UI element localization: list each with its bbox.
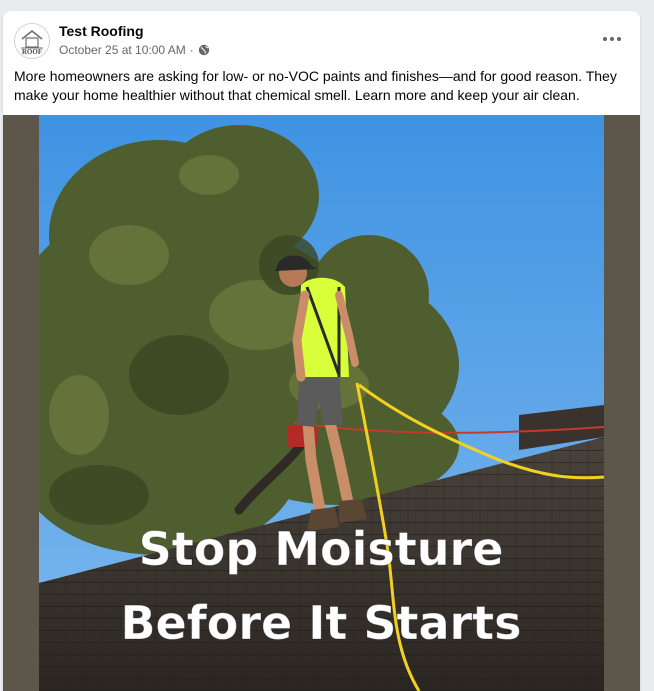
post-photo[interactable]: Stop Moisture Before It Starts	[39, 115, 604, 691]
image-overlay-line-2: Before It Starts	[120, 596, 521, 650]
post-header: ROOF Test Roofing October 25 at 10:00 AM…	[3, 11, 640, 63]
post-meta: October 25 at 10:00 AM ·	[59, 43, 210, 57]
meta-separator: ·	[189, 43, 194, 57]
roofer-photo: Stop Moisture Before It Starts	[39, 115, 604, 691]
avatar-text: ROOF	[22, 48, 42, 56]
page-name-link[interactable]: Test Roofing	[59, 23, 144, 39]
more-options-button[interactable]	[598, 29, 626, 49]
more-horizontal-icon	[603, 37, 621, 41]
post-media[interactable]: Stop Moisture Before It Starts	[3, 115, 640, 691]
post-timestamp[interactable]: October 25 at 10:00 AM	[59, 43, 186, 57]
post-caption: More homeowners are asking for low- or n…	[14, 68, 617, 103]
feed-post: ROOF Test Roofing October 25 at 10:00 AM…	[3, 11, 640, 691]
page-avatar[interactable]: ROOF	[14, 23, 50, 59]
image-overlay-line-1: Stop Moisture	[139, 522, 504, 576]
house-logo-icon: ROOF	[15, 24, 49, 58]
globe-icon[interactable]	[198, 44, 210, 56]
